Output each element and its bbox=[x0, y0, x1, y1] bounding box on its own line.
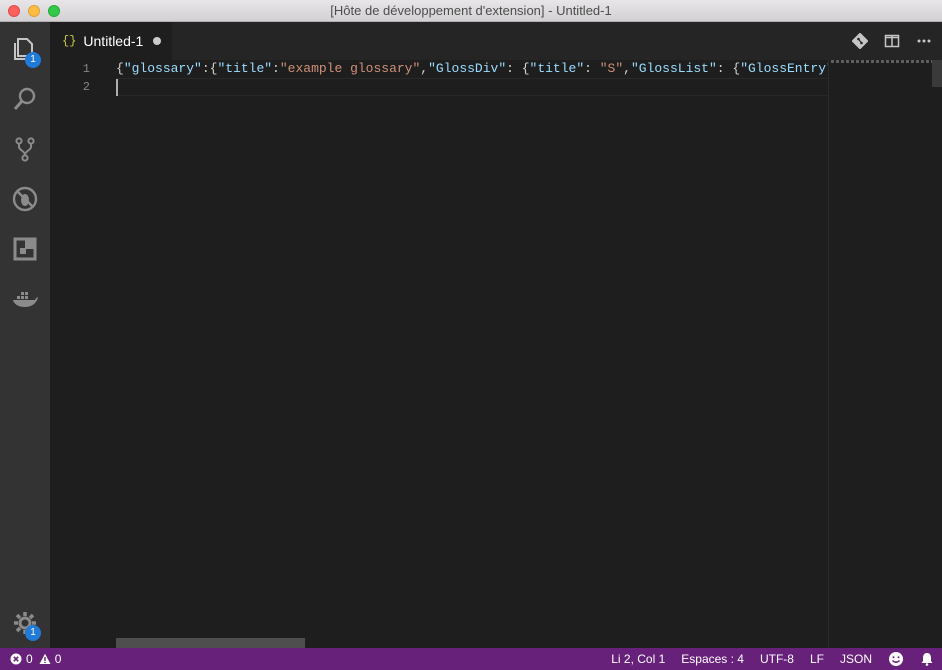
source-control-icon bbox=[15, 137, 35, 162]
extensions-button[interactable] bbox=[0, 224, 50, 274]
warnings-count[interactable]: 0 bbox=[39, 652, 62, 666]
encoding[interactable]: UTF-8 bbox=[752, 652, 802, 666]
tab-bar: {} Untitled-1 bbox=[50, 22, 942, 60]
code-token: : bbox=[584, 61, 600, 76]
language-mode[interactable]: JSON bbox=[832, 652, 880, 666]
code-token: : { bbox=[506, 61, 530, 76]
docker-icon bbox=[13, 292, 38, 307]
code-token: , bbox=[623, 61, 631, 76]
line-number: 2 bbox=[82, 80, 90, 94]
warnings-value: 0 bbox=[54, 652, 62, 666]
code-token: "S" bbox=[599, 61, 624, 76]
explorer-button[interactable]: 1 bbox=[0, 24, 50, 74]
split-editor-icon bbox=[884, 34, 900, 48]
code-token: , bbox=[420, 61, 429, 76]
code-token: "title" bbox=[529, 61, 585, 76]
window-title: [Hôte de développement d'extension] - Un… bbox=[330, 3, 612, 18]
status-right: Li 2, Col 1 Espaces : 4 UTF-8 LF JSON bbox=[603, 648, 942, 670]
code-token: "title" bbox=[217, 61, 273, 76]
horizontal-scrollbar[interactable] bbox=[116, 638, 305, 648]
editor-actions bbox=[848, 22, 936, 60]
json-file-icon: {} bbox=[62, 34, 77, 48]
errors-count[interactable]: 0 bbox=[10, 652, 33, 666]
error-icon bbox=[10, 653, 22, 665]
settings-badge: 1 bbox=[25, 625, 41, 641]
code-token: "GlossList" bbox=[630, 61, 717, 76]
line-number-gutter: 1 2 bbox=[50, 60, 116, 96]
bell-icon bbox=[921, 653, 933, 666]
extensions-icon bbox=[13, 237, 37, 261]
text-cursor bbox=[116, 79, 118, 96]
code-token: "GlossDiv" bbox=[428, 61, 507, 76]
open-changes-button[interactable] bbox=[848, 29, 872, 53]
unsaved-dot-icon[interactable] bbox=[153, 37, 162, 45]
code-token: { bbox=[116, 61, 124, 76]
source-control-button[interactable] bbox=[0, 124, 50, 174]
git-compare-icon bbox=[852, 33, 868, 49]
debug-button[interactable] bbox=[0, 174, 50, 224]
code-line-1[interactable]: {"glossary":{"title":"example glossary",… bbox=[116, 60, 828, 78]
maximize-window-button[interactable] bbox=[48, 5, 60, 17]
cursor-position[interactable]: Li 2, Col 1 bbox=[603, 652, 673, 666]
errors-value: 0 bbox=[26, 652, 33, 666]
code-line-2[interactable] bbox=[116, 78, 828, 96]
debug-icon bbox=[12, 186, 38, 212]
code-token: "glossary" bbox=[123, 61, 202, 76]
warning-icon bbox=[39, 653, 51, 664]
docker-button[interactable] bbox=[0, 274, 50, 324]
tab-label: Untitled-1 bbox=[83, 33, 144, 49]
end-of-line[interactable]: LF bbox=[802, 652, 832, 666]
vertical-scrollbar[interactable] bbox=[932, 60, 942, 87]
problems-indicator[interactable]: 0 0 bbox=[0, 652, 61, 666]
explorer-badge: 1 bbox=[25, 52, 41, 68]
code-token: "GlossEntry" bbox=[740, 61, 828, 76]
code-area[interactable]: {"glossary":{"title":"example glossary",… bbox=[116, 60, 828, 96]
search-icon bbox=[13, 87, 36, 110]
minimize-window-button[interactable] bbox=[28, 5, 40, 17]
code-token: : bbox=[272, 61, 280, 76]
code-token: : { bbox=[716, 61, 741, 76]
minimap-line bbox=[831, 60, 941, 63]
search-button[interactable] bbox=[0, 74, 50, 124]
line-number: 1 bbox=[82, 62, 90, 76]
settings-button[interactable]: 1 bbox=[0, 598, 50, 648]
minimap[interactable] bbox=[828, 60, 942, 648]
smiley-icon bbox=[889, 652, 903, 666]
notifications-button[interactable] bbox=[912, 652, 942, 666]
code-token: :{ bbox=[201, 61, 218, 76]
close-window-button[interactable] bbox=[8, 5, 20, 17]
window-controls bbox=[8, 5, 60, 17]
activity-bar: 1 1 bbox=[0, 22, 50, 648]
code-token: "example glossary" bbox=[279, 61, 421, 76]
split-editor-button[interactable] bbox=[880, 29, 904, 53]
tab-untitled-1[interactable]: {} Untitled-1 bbox=[50, 22, 172, 60]
indentation[interactable]: Espaces : 4 bbox=[673, 652, 752, 666]
ellipsis-icon bbox=[917, 39, 931, 43]
status-bar: 0 0 Li 2, Col 1 Espaces : 4 UTF-8 LF JSO… bbox=[0, 648, 942, 670]
title-bar: [Hôte de développement d'extension] - Un… bbox=[0, 0, 942, 22]
editor[interactable]: 1 2 {"glossary":{"title":"example glossa… bbox=[50, 60, 828, 648]
more-actions-button[interactable] bbox=[912, 29, 936, 53]
feedback-button[interactable] bbox=[880, 651, 912, 667]
